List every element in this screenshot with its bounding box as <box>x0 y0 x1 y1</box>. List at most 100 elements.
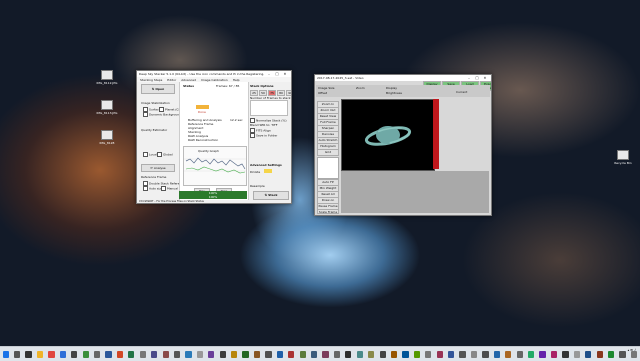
app-icon[interactable] <box>219 350 226 358</box>
menu-item[interactable]: Editor <box>167 78 176 82</box>
app-icon[interactable] <box>276 350 283 358</box>
app-icon[interactable] <box>470 350 478 358</box>
app-icon[interactable] <box>562 350 569 358</box>
app-icon[interactable] <box>173 350 181 358</box>
app-icon[interactable] <box>253 350 261 358</box>
minimize-icon[interactable]: – <box>465 76 473 80</box>
app-icon[interactable] <box>550 350 558 358</box>
app-icon[interactable] <box>322 350 329 358</box>
stack-preview <box>250 100 288 116</box>
status-panel: Status Frames: 67 / 85 Done Buffering an… <box>179 82 249 200</box>
menu-item[interactable]: Image Calibration <box>201 78 228 82</box>
tool-button[interactable]: Scale Frame <box>317 209 339 214</box>
app-icon[interactable] <box>196 350 203 358</box>
maximize-icon[interactable]: □ <box>273 72 281 76</box>
app-icon[interactable] <box>379 350 386 358</box>
global-radio[interactable]: Global <box>157 152 173 157</box>
app-icon[interactable] <box>299 350 306 358</box>
app-icon[interactable] <box>128 350 135 358</box>
maximize-icon[interactable]: □ <box>473 76 481 80</box>
radio-label: Local <box>149 152 157 157</box>
app-icon[interactable] <box>539 350 546 358</box>
auto-size-radio[interactable]: Auto size <box>143 186 163 191</box>
app-icon[interactable] <box>265 350 272 358</box>
open-button[interactable]: ⇅ Open <box>141 84 175 94</box>
checkbox-label: FITS Align <box>256 128 271 133</box>
desktop-icon-4[interactable]: Recycle Bin <box>612 150 634 165</box>
app-icon[interactable] <box>185 350 192 358</box>
app-icon[interactable] <box>310 350 318 358</box>
menu-item[interactable]: Stacking Steps <box>140 78 162 82</box>
current-label: Current <box>456 90 468 94</box>
task-view-icon[interactable] <box>25 350 32 358</box>
app-icon[interactable] <box>402 350 409 358</box>
app-icon[interactable] <box>482 350 489 358</box>
local-radio[interactable]: Local <box>143 152 157 157</box>
tool-button[interactable]: Grid <box>317 149 339 156</box>
chrome-icon[interactable] <box>48 350 55 358</box>
app-icon[interactable] <box>162 350 169 358</box>
file-explorer-icon[interactable] <box>36 350 44 358</box>
desktop-icon-3[interactable]: IMG_8128 <box>96 130 118 145</box>
app-icon[interactable] <box>436 350 443 358</box>
progress-label: 100% <box>208 195 218 199</box>
app-icon[interactable] <box>493 350 500 358</box>
desktop-icon-1[interactable]: IMG_8112.JPG <box>96 70 118 85</box>
app-icon[interactable] <box>459 350 466 358</box>
checkbox-label: Dynamic Background <box>149 112 182 117</box>
app-icon[interactable] <box>448 350 455 358</box>
app-icon[interactable] <box>425 350 432 358</box>
app-icon[interactable] <box>356 350 363 358</box>
app-icon[interactable] <box>105 350 112 358</box>
menu-item[interactable]: Advanced <box>181 78 196 82</box>
app-icon[interactable] <box>242 350 249 358</box>
app-icon[interactable] <box>333 350 341 358</box>
app-icon[interactable] <box>368 350 375 358</box>
app-icon[interactable] <box>151 350 158 358</box>
app-icon[interactable] <box>345 350 352 358</box>
window-title: Deep Sky Stacker 5.1.0 (64-bit) – Use th… <box>139 72 265 76</box>
analyse-label: Analyse <box>153 166 166 170</box>
analyse-button[interactable]: ⟳ Analyse <box>141 164 175 172</box>
app-icon[interactable] <box>231 350 238 358</box>
app-icon[interactable] <box>390 350 398 358</box>
minimize-icon[interactable]: – <box>265 72 273 76</box>
dss-window: Deep Sky Stacker 5.1.0 (64-bit) – Use th… <box>136 70 292 204</box>
app-icon[interactable] <box>505 350 512 358</box>
app-icon[interactable] <box>413 350 421 358</box>
app-icon[interactable] <box>139 350 146 358</box>
viewer-window: 2017-08-17-2045_3-sat - Video – □ ✕ Disp… <box>314 74 492 216</box>
app-icon[interactable] <box>573 350 580 358</box>
app-icon[interactable] <box>116 350 124 358</box>
app-icon[interactable] <box>208 350 215 358</box>
app-icon[interactable] <box>528 350 535 358</box>
dynamic-bg-checkbox[interactable]: Dynamic Background <box>143 112 181 117</box>
app-icon[interactable] <box>288 350 295 358</box>
app-icon[interactable] <box>82 350 89 358</box>
edge-icon[interactable] <box>59 350 66 358</box>
app-icon[interactable] <box>71 350 78 358</box>
display-label: Display <box>386 86 398 90</box>
system-tray[interactable]: ▴ ⊞ ♪ <box>628 348 636 353</box>
open-label: Open <box>155 87 165 91</box>
app-icon[interactable] <box>607 350 615 358</box>
app-icon[interactable] <box>585 350 592 358</box>
close-icon[interactable]: ✕ <box>281 72 289 76</box>
app-icon[interactable] <box>596 350 603 358</box>
stack-button[interactable]: ⇅ Stack <box>253 191 289 200</box>
start-icon[interactable] <box>2 350 9 358</box>
menu-item[interactable]: Help <box>233 78 240 82</box>
close-icon[interactable]: ✕ <box>481 76 489 80</box>
save-folder-checkbox[interactable]: Save in Folder <box>250 133 277 138</box>
desktop-icon-label: Recycle Bin <box>614 161 632 165</box>
app-icon[interactable] <box>516 350 523 358</box>
app-icon[interactable] <box>93 350 101 358</box>
planet-preview <box>341 99 435 171</box>
desktop-icon-2[interactable]: IMG_8113.JPG <box>96 100 118 115</box>
taskbar: ▴ ⊞ ♪ <box>0 346 640 361</box>
quality-graph: Quality Graph <box>183 146 247 186</box>
drizzle-toggle[interactable] <box>264 169 272 173</box>
app-icon[interactable] <box>619 350 626 358</box>
red-side-bar <box>433 99 439 169</box>
search-icon[interactable] <box>14 350 21 358</box>
